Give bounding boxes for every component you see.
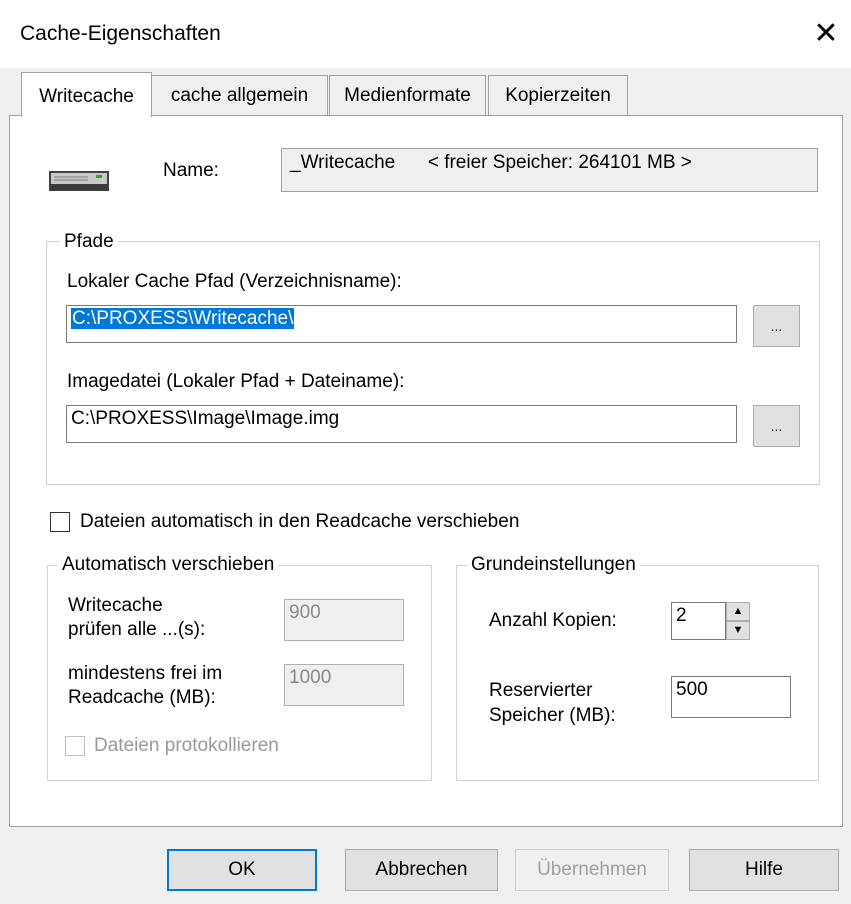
help-button[interactable]: Hilfe (689, 849, 839, 891)
tab-medienformate[interactable]: Medienformate (329, 75, 486, 115)
min-free-label: mindestens frei im Readcache (MB): (68, 663, 223, 708)
local-cache-path-input[interactable]: C:\PROXESS\Writecache\ (66, 305, 737, 343)
window-title: Cache-Eigenschaften (20, 22, 221, 45)
close-icon[interactable]: ✕ (806, 12, 846, 56)
min-free-input[interactable]: 1000 (284, 664, 404, 706)
name-field: _Writecache < freier Speicher: 264101 MB… (281, 148, 818, 192)
browse-image-file-button[interactable]: ... (753, 405, 800, 447)
reserved-memory-input[interactable]: 500 (671, 676, 791, 718)
log-files-checkbox[interactable] (65, 736, 85, 756)
check-interval-label: Writecache prüfen alle ...(s): (68, 595, 206, 640)
copies-label: Anzahl Kopien: (489, 610, 617, 631)
check-interval-input[interactable]: 900 (284, 599, 404, 641)
auto-move-group-label: Automatisch verschieben (58, 554, 279, 576)
ok-button[interactable]: OK (167, 849, 317, 891)
tab-writecache[interactable]: Writecache (21, 72, 152, 117)
image-file-input[interactable]: C:\PROXESS\Image\Image.img (66, 405, 737, 443)
copies-input[interactable]: 2 (671, 602, 726, 640)
paths-group-label: Pfade (60, 231, 118, 253)
copies-increase-button[interactable]: ▲ (726, 602, 750, 621)
log-files-label: Dateien protokollieren (94, 735, 279, 756)
auto-move-checkbox-label: Dateien automatisch in den Readcache ver… (80, 511, 520, 532)
image-file-label: Imagedatei (Lokaler Pfad + Dateiname): (67, 371, 405, 392)
local-cache-path-label: Lokaler Cache Pfad (Verzeichnisname): (67, 271, 402, 292)
name-value: _Writecache (290, 152, 396, 173)
basic-settings-group (456, 565, 819, 781)
auto-move-checkbox[interactable] (50, 512, 70, 532)
drive-icon (48, 168, 112, 194)
reserved-memory-label: Reservierter Speicher (MB): (489, 680, 616, 726)
name-label: Name: (163, 160, 219, 181)
tab-kopierzeiten[interactable]: Kopierzeiten (488, 75, 628, 115)
apply-button[interactable]: Übernehmen (515, 849, 669, 891)
browse-cache-path-button[interactable]: ... (753, 305, 800, 347)
cancel-button[interactable]: Abbrechen (345, 849, 498, 891)
local-cache-path-value: C:\PROXESS\Writecache\ (71, 308, 295, 329)
copies-decrease-button[interactable]: ▼ (726, 621, 750, 640)
basic-settings-group-label: Grundeinstellungen (467, 554, 640, 576)
free-memory-text: < freier Speicher: 264101 MB > (427, 152, 692, 173)
tab-cache-allgemein[interactable]: cache allgemein (151, 75, 328, 115)
